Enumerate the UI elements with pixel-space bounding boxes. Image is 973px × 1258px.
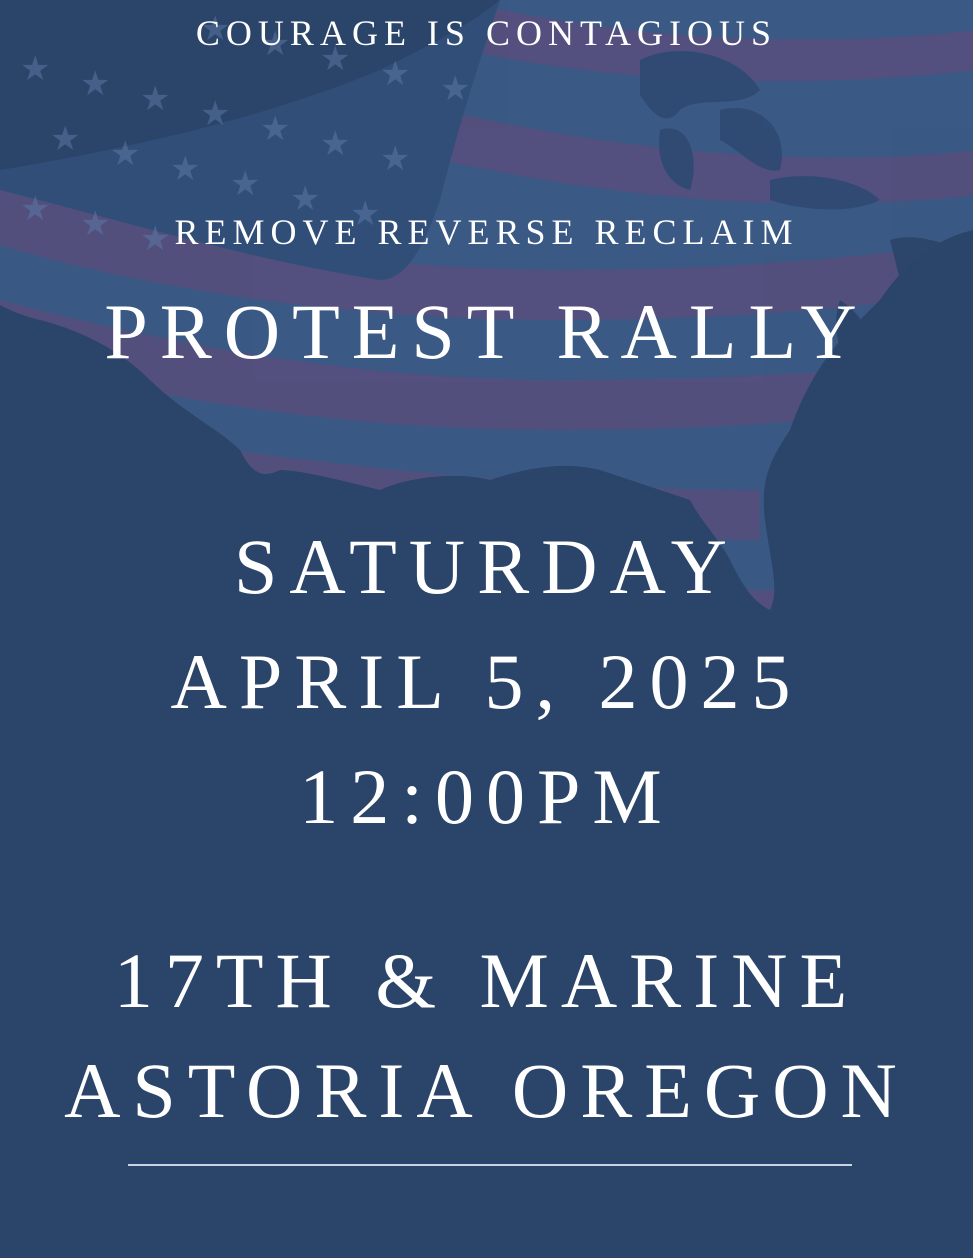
- svg-text:★: ★: [50, 119, 80, 159]
- event-day: SATURDAY: [234, 523, 739, 610]
- event-date: APRIL 5, 2025: [170, 638, 803, 725]
- divider: [128, 1164, 852, 1166]
- svg-text:★: ★: [200, 94, 230, 134]
- event-time: 12:00PM: [299, 753, 674, 840]
- svg-text:★: ★: [140, 79, 170, 119]
- event-title: PROTEST RALLY: [104, 288, 869, 375]
- svg-text:★: ★: [170, 149, 200, 189]
- svg-text:★: ★: [440, 69, 470, 109]
- svg-text:★: ★: [110, 134, 140, 174]
- event-address-line1: 17TH & MARINE: [113, 937, 860, 1024]
- great-lakes-silhouette: [640, 51, 880, 210]
- event-poster: ★ ★ ★ ★ ★ ★ ★ ★ ★ ★ ★ ★ ★ ★ ★ ★ ★ ★ ★ ★ …: [0, 0, 973, 1258]
- subtitle: REMOVE REVERSE RECLAIM: [174, 212, 799, 252]
- svg-text:★: ★: [80, 64, 110, 104]
- svg-text:★: ★: [260, 109, 290, 149]
- event-address-line2: ASTORIA OREGON: [64, 1047, 909, 1134]
- svg-text:★: ★: [380, 139, 410, 179]
- svg-text:★: ★: [230, 164, 260, 204]
- svg-text:★: ★: [20, 49, 50, 89]
- svg-text:★: ★: [380, 54, 410, 94]
- svg-text:★: ★: [320, 124, 350, 164]
- tagline: COURAGE IS CONTAGIOUS: [195, 13, 778, 53]
